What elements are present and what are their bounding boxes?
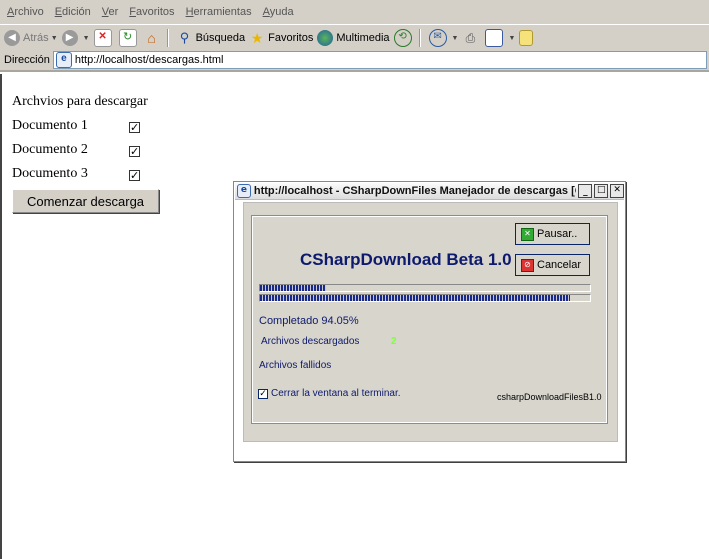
address-input[interactable]: e http://localhost/descargas.html — [52, 51, 707, 69]
download-manager-window: e http://localhost - CSharpDownFiles Man… — [233, 181, 626, 462]
back-button[interactable]: ◀ Atrás ▼ — [4, 30, 58, 46]
document-row: Documento 2 — [12, 142, 88, 158]
window-titlebar[interactable]: e http://localhost - CSharpDownFiles Man… — [235, 183, 625, 200]
menu-archivo[interactable]: Archivo — [7, 6, 44, 18]
media-button[interactable]: Multimedia — [317, 30, 390, 46]
print-button[interactable]: ⎙ — [462, 30, 481, 46]
chevron-down-icon[interactable]: ▼ — [508, 35, 515, 42]
search-icon: ⚲ — [179, 30, 190, 45]
cancel-icon: ⊘ — [521, 258, 534, 272]
address-url: http://localhost/descargas.html — [74, 54, 224, 66]
favorites-button[interactable]: ★ Favoritos — [249, 30, 314, 46]
stop-button[interactable]: ✕ — [93, 29, 115, 47]
refresh-icon: ↻ — [118, 29, 137, 47]
file-progress-fill — [260, 285, 326, 291]
total-progress-bar — [259, 294, 591, 302]
failed-label: Archivos fallidos — [259, 360, 332, 371]
total-progress-fill — [260, 295, 571, 301]
toolbar-separator — [418, 29, 421, 47]
menu-ver[interactable]: Ver — [102, 6, 119, 18]
search-label: Búsqueda — [195, 32, 246, 44]
note-icon — [519, 30, 534, 46]
close-on-finish-checkbox[interactable]: ✓ — [258, 389, 268, 399]
window-title: http://localhost - CSharpDownFiles Manej… — [253, 185, 577, 197]
stop-icon: ✕ — [93, 29, 112, 47]
page-title: Archvios para descargar — [12, 94, 148, 109]
print-icon: ⎙ — [465, 31, 476, 45]
history-button[interactable]: ⟲ — [393, 29, 415, 47]
document-row: Documento 3 — [12, 166, 88, 182]
media-icon — [317, 30, 334, 46]
address-label: Dirección — [4, 54, 50, 66]
forward-arrow-icon: ▶ — [61, 30, 78, 46]
minimize-button[interactable]: _ — [578, 184, 593, 198]
search-button[interactable]: ⚲ Búsqueda — [177, 30, 246, 46]
document-label: Documento 1 — [12, 118, 88, 133]
document-label: Documento 3 — [12, 166, 88, 181]
downloaded-count: 2 — [391, 336, 397, 347]
menu-herramientas[interactable]: Herramientas — [186, 6, 252, 18]
start-download-button[interactable]: Comenzar descarga — [12, 189, 159, 213]
app-title: CSharpDownload Beta 1.0 — [300, 250, 512, 269]
refresh-button[interactable]: ↻ — [118, 29, 140, 47]
chevron-down-icon[interactable]: ▼ — [51, 35, 58, 42]
download-panel: CSharpDownload Beta 1.0 ✕ Pausar.. ⊘ Can… — [251, 215, 608, 424]
page-icon: e — [55, 52, 72, 68]
cancel-label: Cancelar — [537, 259, 582, 271]
toolbar: ◀ Atrás ▼ ▶ ▼ ✕ ↻ ⌂ ⚲ Búsqueda ★ Favorit… — [0, 24, 709, 51]
document-3-checkbox[interactable]: ✓ — [129, 170, 140, 181]
messenger-button[interactable] — [519, 30, 536, 46]
document-row: Documento 1 — [12, 118, 88, 134]
toolbar-separator — [166, 29, 169, 47]
cancel-button[interactable]: ⊘ Cancelar — [515, 254, 590, 276]
downloaded-label: Archivos descargados — [261, 336, 360, 347]
menu-favoritos[interactable]: Favoritos — [129, 6, 174, 18]
version-text: csharpDownloadFilesB1.0 — [497, 392, 602, 402]
mail-icon: ✉ — [428, 29, 447, 47]
document-1-checkbox[interactable]: ✓ — [129, 122, 140, 133]
favorites-star-icon: ★ — [250, 30, 264, 46]
pause-label: Pausar.. — [537, 228, 578, 240]
pause-button[interactable]: ✕ Pausar.. — [515, 223, 590, 245]
menu-ayuda[interactable]: Ayuda — [263, 6, 294, 18]
media-label: Multimedia — [336, 32, 390, 44]
document-2-checkbox[interactable]: ✓ — [129, 146, 140, 157]
back-arrow-icon: ◀ — [4, 30, 20, 46]
chevron-down-icon[interactable]: ▼ — [83, 35, 90, 42]
history-icon: ⟲ — [393, 29, 412, 47]
pause-icon: ✕ — [521, 227, 534, 241]
file-progress-bar — [259, 284, 591, 292]
menu-bar: Archivo Edición Ver Favoritos Herramient… — [0, 0, 709, 24]
home-icon: ⌂ — [147, 30, 156, 46]
mail-button[interactable]: ✉ ▼ — [428, 29, 459, 47]
chevron-down-icon[interactable]: ▼ — [452, 35, 459, 42]
edit-document-icon — [485, 29, 504, 47]
edit-button[interactable]: ▼ — [485, 29, 515, 47]
forward-button[interactable]: ▶ ▼ — [61, 30, 90, 46]
menu-edicion[interactable]: Edición — [55, 6, 91, 18]
maximize-button[interactable]: □ — [594, 184, 609, 198]
back-label: Atrás — [23, 32, 49, 44]
document-label: Documento 2 — [12, 142, 88, 157]
home-button[interactable]: ⌂ — [144, 30, 163, 46]
favorites-label: Favoritos — [268, 32, 314, 44]
close-button[interactable]: ✕ — [610, 184, 625, 198]
ie-window-icon: e — [237, 184, 251, 198]
close-on-finish-label: Cerrar la ventana al terminar. — [271, 388, 401, 399]
address-bar: Dirección e http://localhost/descargas.h… — [0, 50, 709, 72]
completed-text: Completado 94.05% — [259, 315, 359, 327]
window-body: CSharpDownload Beta 1.0 ✕ Pausar.. ⊘ Can… — [243, 202, 618, 442]
